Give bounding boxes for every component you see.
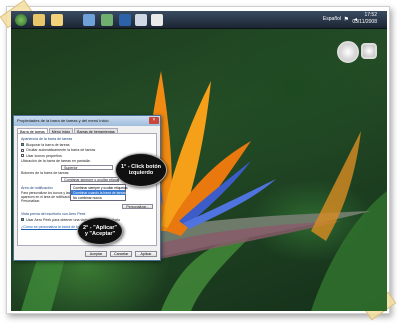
checkbox-aero-peek[interactable] [21,218,24,221]
start-orb-icon[interactable] [15,14,27,26]
callout-step-2: 2° - "Aplicar" y "Aceptar" [77,217,123,245]
user-icon[interactable] [83,14,95,26]
taskbar: Español ⚑ ◂ 17:52 03/11/2008 [11,11,387,29]
customize-button[interactable]: Personalizar... [122,204,153,209]
checkbox-auto-hide[interactable] [21,148,24,152]
photo-frame: Español ⚑ ◂ 17:52 03/11/2008 Propiedades… [0,0,397,321]
monitor-icon[interactable] [135,14,147,26]
option-auto-hide[interactable]: Ocultar automáticamente la barra de tare… [21,148,153,152]
option-label: Usar iconos pequeños [26,153,62,158]
group-peek: Vista previa del escritorio con Aero Pee… [21,212,86,216]
clock-date: 03/11/2008 [352,19,377,25]
option-lock-taskbar[interactable]: Bloquear la barra de tareas [21,143,153,147]
buttons-dropdown-list: Combinar siempre y ocultar etiquetas Com… [70,184,141,201]
ok-button[interactable]: Aceptar [85,251,107,257]
buttons-label: Botones de la barra de tareas: [21,171,70,175]
cancel-button[interactable]: Cancelar [110,251,132,257]
callout-step-1: 1° - Click botón izquierdo [115,153,167,187]
explorer-icon[interactable] [33,14,45,26]
checkbox-lock-taskbar[interactable] [21,143,24,146]
dropdown-option[interactable]: Combinar siempre y ocultar etiquetas [71,185,128,190]
clock-gadget[interactable] [337,41,359,63]
buttons-select[interactable]: Combinar siempre y ocultar etiquetas [61,176,119,182]
dialog-titlebar: Propiedades de la barra de tareas y del … [14,116,160,126]
language-indicator[interactable]: Español [323,16,341,22]
pinned-app-icon[interactable] [151,14,163,26]
folder-icon[interactable] [51,14,63,26]
callout-step-2-text: 2° - "Aplicar" y "Aceptar" [82,225,117,237]
option-label: Ocultar automáticamente la barra de tare… [26,148,96,152]
callout-step-1-text: 1° - Click botón izquierdo [120,164,162,176]
clock-time: 17:52 [364,12,377,18]
option-label: Bloquear la barra de tareas [26,142,70,147]
apply-button[interactable]: Aplicar [135,251,157,257]
dialog-title: Propiedades de la barra de tareas y del … [17,118,109,123]
cpu-meter-gadget[interactable] [361,43,377,59]
clock[interactable]: 17:52 03/11/2008 [352,12,377,26]
dropdown-option[interactable]: No combinar nunca [71,195,125,200]
close-icon[interactable]: × [149,117,159,124]
position-label: Ubicación de la barra de tareas en panta… [21,159,91,163]
media-player-icon[interactable] [119,14,131,26]
row-customize: Personalizar... [21,204,153,209]
flag-icon[interactable]: ⚑ [344,16,349,23]
position-select[interactable]: Superior [61,164,113,170]
dialog-footer: Aceptar Cancelar Aplicar [85,251,157,257]
dropdown-option-highlighted[interactable]: Combinar cuando la barra de tareas está … [71,190,141,195]
group-appearance: Apariencia de la barra de tareas [21,137,73,141]
network-icon[interactable] [101,14,113,26]
checkbox-small-icons[interactable] [21,154,24,157]
desktop-screenshot: Español ⚑ ◂ 17:52 03/11/2008 Propiedades… [11,11,387,311]
